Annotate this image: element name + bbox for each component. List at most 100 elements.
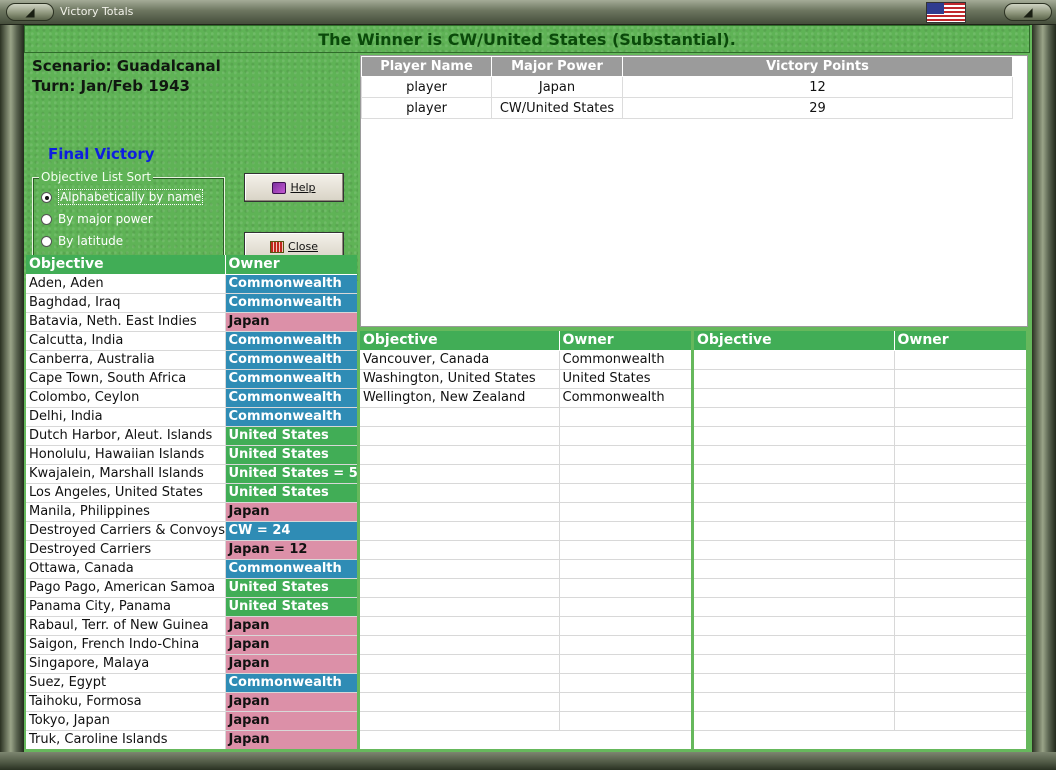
sort-option-alphabetical[interactable]: Alphabetically by name	[41, 188, 204, 206]
objective-row[interactable]	[694, 502, 1026, 522]
column-header-objective[interactable]: Objective	[694, 331, 895, 351]
objective-row[interactable]	[694, 445, 1026, 465]
objective-owner-cell: Japan	[225, 730, 357, 749]
objective-row[interactable]	[694, 483, 1026, 503]
player-name-cell: player	[361, 97, 492, 119]
objective-row[interactable]	[694, 426, 1026, 446]
objective-row[interactable]: Los Angeles, United States United States	[26, 483, 357, 503]
objective-owner-cell: Commonwealth	[559, 350, 691, 370]
objective-row[interactable]: Manila, Philippines Japan	[26, 502, 357, 522]
objective-row[interactable]	[360, 635, 691, 655]
objective-row[interactable]: Suez, Egypt Commonwealth	[26, 673, 357, 693]
player-row[interactable]: player CW/United States 29	[361, 97, 1013, 119]
objective-row[interactable]	[694, 540, 1026, 560]
objective-name-cell	[694, 388, 895, 408]
objective-row[interactable]	[360, 692, 691, 712]
column-header-victory-points[interactable]: Victory Points	[622, 56, 1013, 77]
column-header-objective[interactable]: Objective	[26, 255, 226, 275]
window-close-button[interactable]: ◢	[1004, 3, 1052, 21]
objective-row[interactable]	[360, 445, 691, 465]
objective-row[interactable]	[360, 521, 691, 541]
player-scores-panel: Player Name Major Power Victory Points p…	[360, 55, 1028, 327]
objective-row[interactable]	[694, 692, 1026, 712]
objective-row[interactable]	[694, 578, 1026, 598]
objective-row[interactable]	[694, 464, 1026, 484]
objective-row[interactable]: Singapore, Malaya Japan	[26, 654, 357, 674]
objective-row[interactable]: Tokyo, Japan Japan	[26, 711, 357, 731]
objective-row[interactable]: Wellington, New Zealand Commonwealth	[360, 388, 691, 408]
radio-unchecked-icon[interactable]	[41, 235, 52, 247]
player-row[interactable]: player Japan 12	[361, 76, 1013, 98]
objective-name-cell	[360, 635, 560, 655]
column-header-owner[interactable]: Owner	[559, 331, 691, 351]
objective-row[interactable]: Taihoku, Formosa Japan	[26, 692, 357, 712]
objective-row[interactable]: Saigon, French Indo-China Japan	[26, 635, 357, 655]
objective-row[interactable]	[360, 597, 691, 617]
objective-row[interactable]	[694, 559, 1026, 579]
objective-row[interactable]	[694, 388, 1026, 408]
sort-option-latitude[interactable]: By latitude	[41, 232, 123, 250]
objective-row[interactable]	[360, 616, 691, 636]
radio-unchecked-icon[interactable]	[41, 213, 52, 225]
objective-name-cell	[360, 692, 560, 712]
objective-row[interactable]	[694, 350, 1026, 370]
objective-row[interactable]	[360, 502, 691, 522]
objective-list-right[interactable]: Objective Owner	[694, 331, 1026, 749]
objective-row[interactable]	[694, 597, 1026, 617]
objective-row[interactable]: Panama City, Panama United States	[26, 597, 357, 617]
objective-row[interactable]	[360, 711, 691, 731]
objective-row[interactable]: Rabaul, Terr. of New Guinea Japan	[26, 616, 357, 636]
objective-row[interactable]: Delhi, India Commonwealth	[26, 407, 357, 427]
objective-row[interactable]: Destroyed Carriers Japan = 12	[26, 540, 357, 560]
objective-row[interactable]	[694, 521, 1026, 541]
objective-list-middle[interactable]: Objective Owner Vancouver, Canada Commonw…	[360, 331, 691, 749]
objective-row[interactable]: Aden, Aden Commonwealth	[26, 274, 357, 294]
objective-row[interactable]: Honolulu, Hawaiian Islands United States	[26, 445, 357, 465]
objective-row[interactable]	[694, 369, 1026, 389]
objective-row[interactable]	[360, 483, 691, 503]
objective-row[interactable]	[694, 635, 1026, 655]
window-menu-button[interactable]: ◢	[6, 3, 54, 21]
objective-row[interactable]	[360, 578, 691, 598]
objective-row[interactable]	[360, 426, 691, 446]
objective-row[interactable]: Truk, Caroline Islands Japan	[26, 730, 357, 749]
objective-row[interactable]: Pago Pago, American Samoa United States	[26, 578, 357, 598]
column-header-player-name[interactable]: Player Name	[361, 56, 492, 77]
objective-row[interactable]	[360, 673, 691, 693]
title-bar[interactable]: ◢ Victory Totals ◢	[0, 0, 1056, 25]
objective-row[interactable]: Cape Town, South Africa Commonwealth	[26, 369, 357, 389]
objective-row[interactable]	[694, 654, 1026, 674]
window-title: Victory Totals	[60, 5, 134, 18]
objective-row[interactable]: Destroyed Carriers & Convoys CW = 24	[26, 521, 357, 541]
objective-name-cell: Ottawa, Canada	[26, 559, 226, 579]
objective-row[interactable]: Vancouver, Canada Commonwealth	[360, 350, 691, 370]
objective-row[interactable]	[694, 711, 1026, 731]
column-header-objective[interactable]: Objective	[360, 331, 560, 351]
objective-row[interactable]: Baghdad, Iraq Commonwealth	[26, 293, 357, 313]
objective-row[interactable]: Canberra, Australia Commonwealth	[26, 350, 357, 370]
objective-row[interactable]	[360, 559, 691, 579]
help-button[interactable]: Help	[244, 173, 344, 202]
objective-row[interactable]: Calcutta, India Commonwealth	[26, 331, 357, 351]
objective-row[interactable]: Dutch Harbor, Aleut. Islands United State…	[26, 426, 357, 446]
radio-checked-icon[interactable]	[41, 191, 52, 203]
objective-row[interactable]	[360, 654, 691, 674]
column-header-major-power[interactable]: Major Power	[491, 56, 623, 77]
objective-row[interactable]: Colombo, Ceylon Commonwealth	[26, 388, 357, 408]
column-header-owner[interactable]: Owner	[225, 255, 357, 275]
objective-row[interactable]	[360, 464, 691, 484]
column-header-owner[interactable]: Owner	[894, 331, 1026, 351]
objective-row[interactable]: Batavia, Neth. East Indies Japan	[26, 312, 357, 332]
objective-list-main[interactable]: Objective Owner Aden, Aden Commonwealth Ba…	[26, 255, 357, 749]
objective-row[interactable]	[360, 540, 691, 560]
objective-row[interactable]: Washington, United States United States	[360, 369, 691, 389]
sort-option-major-power[interactable]: By major power	[41, 210, 153, 228]
objective-name-cell: Destroyed Carriers & Convoys	[26, 521, 226, 541]
objective-row[interactable]	[694, 407, 1026, 427]
objective-row[interactable]: Kwajalein, Marshall Islands United States…	[26, 464, 357, 484]
objective-name-cell: Suez, Egypt	[26, 673, 226, 693]
objective-row[interactable]	[360, 407, 691, 427]
objective-row[interactable]	[694, 673, 1026, 693]
objective-row[interactable]: Ottawa, Canada Commonwealth	[26, 559, 357, 579]
objective-row[interactable]	[694, 616, 1026, 636]
